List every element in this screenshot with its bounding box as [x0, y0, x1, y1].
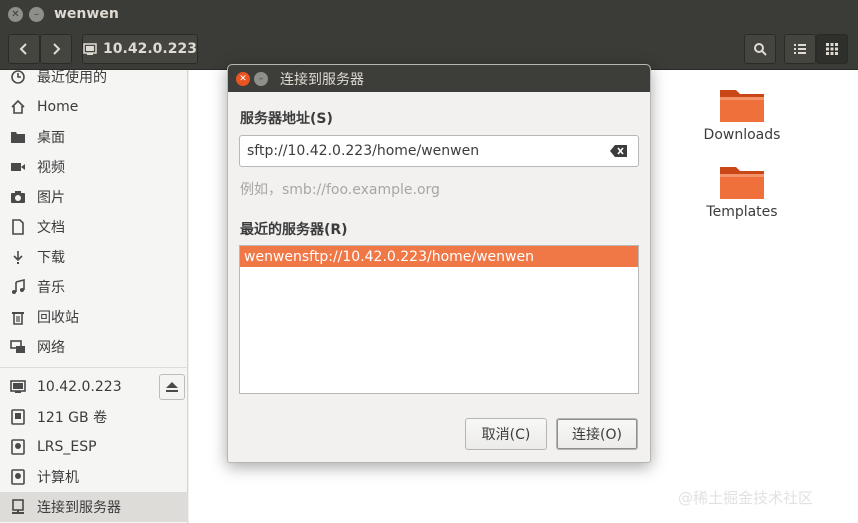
- sidebar-item-label: 回收站: [37, 310, 79, 326]
- sidebar-item-volume[interactable]: 121 GB 卷: [0, 402, 188, 432]
- sidebar-item-label: 121 GB 卷: [37, 410, 108, 426]
- download-icon: [9, 248, 27, 266]
- dialog-title: 连接到服务器: [280, 71, 364, 88]
- sidebar-item-network[interactable]: 网络: [0, 332, 188, 362]
- eject-button[interactable]: [159, 374, 185, 400]
- chevron-left-icon: [19, 43, 27, 55]
- folder-label: Templates: [706, 204, 778, 220]
- sidebar-item-label: Home: [37, 99, 79, 115]
- sidebar-item-label: 视频: [37, 160, 65, 176]
- connect-button[interactable]: 连接(O): [556, 418, 638, 450]
- window-titlebar: ✕ – wenwen: [0, 0, 858, 28]
- sidebar-item-downloads[interactable]: 下载: [0, 242, 188, 272]
- forward-button[interactable]: [40, 34, 72, 64]
- watermark: @稀土掘金技术社区: [678, 489, 814, 507]
- sidebar-item-connect-to-server[interactable]: 连接到服务器: [0, 492, 188, 522]
- sidebar-item-label: 连接到服务器: [37, 500, 121, 516]
- sidebar-item-pictures[interactable]: 图片: [0, 182, 188, 212]
- network-icon: [9, 338, 27, 356]
- folder-item-templates[interactable]: Templates: [697, 161, 787, 220]
- cancel-button[interactable]: 取消(C): [465, 418, 547, 450]
- folder-label: Downloads: [703, 127, 781, 143]
- drive-icon: [9, 408, 27, 426]
- drive-icon: [9, 438, 27, 456]
- window-minimize-button[interactable]: –: [29, 6, 44, 22]
- home-icon: [9, 98, 27, 116]
- video-icon: [9, 158, 27, 176]
- path-label: 10.42.0.223: [103, 41, 197, 57]
- recent-servers-list[interactable]: wenwen sftp://10.42.0.223/home/wenwen: [239, 245, 639, 394]
- folder-icon: [9, 128, 27, 146]
- sidebar-item-computer[interactable]: 计算机: [0, 462, 188, 492]
- search-icon: [754, 43, 767, 56]
- sidebar-item-label: 桌面: [37, 130, 65, 146]
- back-button[interactable]: [8, 34, 40, 64]
- sidebar-divider: [0, 367, 188, 368]
- chevron-right-icon: [53, 43, 61, 55]
- network-drive-icon: [83, 43, 97, 55]
- document-icon: [9, 218, 27, 236]
- search-button[interactable]: [744, 34, 776, 64]
- close-icon: ✕: [11, 8, 20, 20]
- sidebar: 最近使用的 Home 桌面 视频 图片 文档 下载 音乐 回收站 网络 10.4…: [0, 70, 188, 523]
- sidebar-item-documents[interactable]: 文档: [0, 212, 188, 242]
- sidebar-item-label: 音乐: [37, 280, 65, 296]
- sidebar-item-label: 10.42.0.223: [37, 379, 122, 395]
- recent-servers-label: 最近的服务器(R): [240, 222, 348, 238]
- window-close-button[interactable]: ✕: [8, 6, 23, 22]
- eject-icon: [166, 382, 178, 392]
- sidebar-item-network-drive[interactable]: 10.42.0.223: [0, 372, 188, 402]
- sidebar-item-label: 下载: [37, 250, 65, 266]
- list-view-button[interactable]: [784, 34, 816, 64]
- server-address-value: sftp://10.42.0.223/home/wenwen: [247, 143, 480, 159]
- recent-server-name: wenwen: [244, 248, 302, 265]
- grid-view-button[interactable]: [816, 34, 848, 64]
- sidebar-item-label: 图片: [37, 190, 65, 206]
- sidebar-item-label: 最近使用的: [37, 70, 107, 86]
- window-title: wenwen: [54, 6, 119, 22]
- clock-icon: [9, 68, 27, 86]
- minimize-icon: –: [34, 8, 39, 20]
- sidebar-item-label: 网络: [37, 340, 65, 356]
- sidebar-item-music[interactable]: 音乐: [0, 272, 188, 302]
- trash-icon: [9, 308, 27, 326]
- server-address-input[interactable]: sftp://10.42.0.223/home/wenwen: [239, 135, 639, 167]
- music-icon: [9, 278, 27, 296]
- dialog-close-button[interactable]: ✕: [236, 71, 250, 86]
- folder-icon: [720, 167, 764, 199]
- connect-to-server-dialog: ✕ – 连接到服务器 服务器地址(S) sftp://10.42.0.223/h…: [227, 64, 651, 463]
- sidebar-item-label: 计算机: [37, 470, 79, 486]
- path-bar-button[interactable]: 10.42.0.223: [82, 34, 198, 64]
- grid-view-icon: [826, 43, 838, 55]
- sidebar-item-trash[interactable]: 回收站: [0, 302, 188, 332]
- sidebar-item-label: 文档: [37, 220, 65, 236]
- sidebar-item-recent[interactable]: 最近使用的: [0, 62, 188, 92]
- folder-item-downloads[interactable]: Downloads: [697, 84, 787, 143]
- clear-text-icon[interactable]: [610, 144, 628, 158]
- sidebar-item-desktop[interactable]: 桌面: [0, 122, 188, 152]
- dialog-minimize-button[interactable]: –: [254, 71, 268, 86]
- list-view-icon: [794, 44, 806, 54]
- folder-icon: [720, 90, 764, 122]
- server-icon: [9, 498, 27, 516]
- sidebar-item-label: LRS_ESP: [37, 439, 97, 455]
- sidebar-item-lrs-esp[interactable]: LRS_ESP: [0, 432, 188, 462]
- network-drive-icon: [9, 378, 27, 396]
- drive-icon: [9, 468, 27, 486]
- list-item[interactable]: wenwen sftp://10.42.0.223/home/wenwen: [240, 246, 638, 267]
- minimize-icon: –: [258, 73, 264, 84]
- recent-server-uri: sftp://10.42.0.223/home/wenwen: [301, 248, 534, 265]
- close-icon: ✕: [239, 73, 247, 84]
- server-address-label: 服务器地址(S): [240, 111, 333, 127]
- sidebar-item-videos[interactable]: 视频: [0, 152, 188, 182]
- dialog-titlebar: ✕ – 连接到服务器: [228, 65, 650, 92]
- address-hint: 例如，smb://foo.example.org: [240, 182, 440, 198]
- sidebar-item-home[interactable]: Home: [0, 92, 188, 122]
- camera-icon: [9, 188, 27, 206]
